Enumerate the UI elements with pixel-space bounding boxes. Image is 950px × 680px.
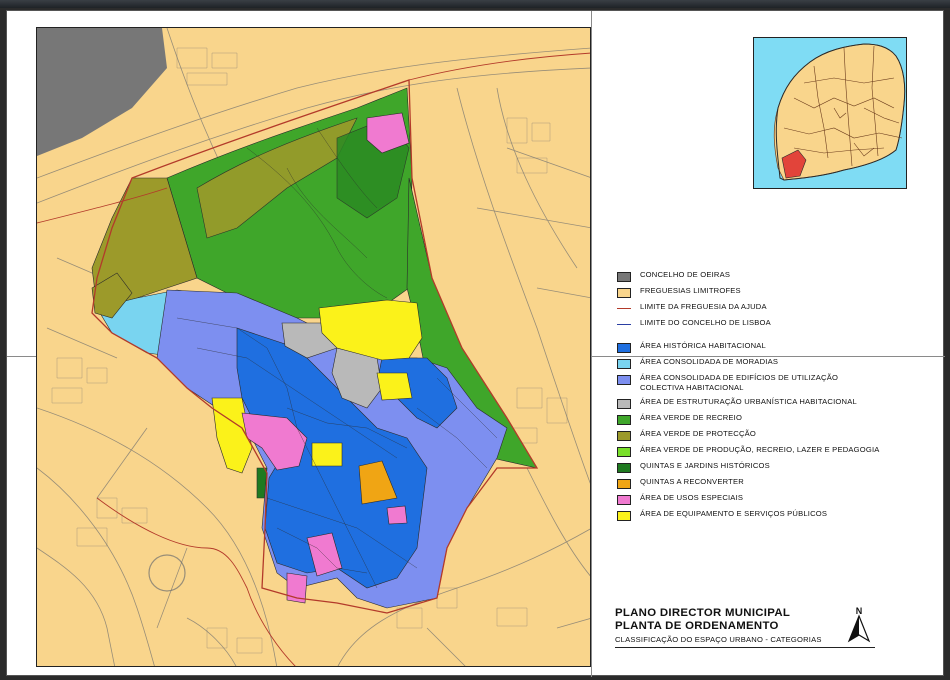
legend-item-ajuda-limit: LIMITE DA FREGUESIA DA AJUDA — [617, 302, 937, 318]
legend-swatch — [617, 288, 631, 298]
legend-item-moradias: ÁREA CONSOLIDADA DE MORADIAS — [617, 357, 937, 373]
legend-swatch — [617, 399, 631, 409]
legend-item-verde-proteccao: ÁREA VERDE DE PROTECÇÃO — [617, 429, 937, 445]
legend-label: ÁREA VERDE DE PROTECÇÃO — [640, 429, 756, 438]
legend-label: QUINTAS A RECONVERTER — [640, 477, 744, 486]
legend: CONCELHO DE OEIRAS FREGUESIAS LIMITROFES… — [617, 270, 937, 525]
legend-swatch — [617, 479, 631, 489]
legend-label: CONCELHO DE OEIRAS — [640, 270, 731, 279]
legend-swatch — [617, 511, 631, 521]
legend-item-oeiras: CONCELHO DE OEIRAS — [617, 270, 937, 286]
legend-swatch — [617, 343, 631, 353]
vertical-guide-line — [591, 11, 592, 677]
legend-label: FREGUESIAS LIMITROFES — [640, 286, 741, 295]
legend-label: ÁREA DE ESTRUTURAÇÃO URBANÍSTICA HABITAC… — [640, 397, 857, 406]
legend-item-historica: ÁREA HISTÓRICA HABITACIONAL — [617, 341, 937, 357]
legend-item-lisboa-limit: LIMITE DO CONCELHO DE LISBOA — [617, 318, 937, 334]
legend-swatch — [617, 447, 631, 457]
legend-item-equipamento: ÁREA DE EQUIPAMENTO E SERVIÇOS PÚBLICOS — [617, 509, 937, 525]
legend-label: ÁREA DE EQUIPAMENTO E SERVIÇOS PÚBLICOS — [640, 509, 828, 518]
legend-swatch — [617, 359, 631, 369]
legend-item-limitrofes: FREGUESIAS LIMITROFES — [617, 286, 937, 302]
legend-swatch — [617, 495, 631, 505]
legend-swatch — [617, 375, 631, 385]
legend-item-usos-especiais: ÁREA DE USOS ESPECIAIS — [617, 493, 937, 509]
legend-item-estruturacao: ÁREA DE ESTRUTURAÇÃO URBANÍSTICA HABITAC… — [617, 397, 937, 413]
legend-item-verde-producao: ÁREA VERDE DE PRODUÇÃO, RECREIO, LAZER E… — [617, 445, 937, 461]
legend-label: ÁREA DE USOS ESPECIAIS — [640, 493, 744, 502]
legend-label: ÁREA CONSOLIDADA DE EDIFÍCIOS DE UTILIZA… — [640, 373, 839, 392]
main-map[interactable] — [36, 27, 591, 667]
legend-swatch — [617, 463, 631, 473]
legend-item-quintas-reconverter: QUINTAS A RECONVERTER — [617, 477, 937, 493]
plan-title: PLANO DIRECTOR MUNICIPAL — [615, 607, 791, 619]
classification-caption: CLASSIFICAÇÃO DO ESPAÇO URBANO - CATEGOR… — [615, 635, 875, 648]
legend-label: ÁREA HISTÓRICA HABITACIONAL — [640, 341, 766, 350]
map-sheet: CONCELHO DE OEIRAS FREGUESIAS LIMITROFES… — [6, 10, 945, 677]
legend-label: LIMITE DO CONCELHO DE LISBOA — [640, 318, 771, 327]
inset-map — [753, 37, 907, 189]
legend-swatch — [617, 272, 631, 282]
legend-label: LIMITE DA FREGUESIA DA AJUDA — [640, 302, 767, 311]
legend-item-quintas-historicas: QUINTAS E JARDINS HISTÓRICOS — [617, 461, 937, 477]
legend-line-swatch — [617, 308, 631, 309]
legend-label: ÁREA VERDE DE RECREIO — [640, 413, 743, 422]
legend-line-swatch — [617, 324, 631, 325]
legend-label: ÁREA VERDE DE PRODUÇÃO, RECREIO, LAZER E… — [640, 445, 880, 454]
legend-swatch — [617, 415, 631, 425]
legend-item-verde-recreio: ÁREA VERDE DE RECREIO — [617, 413, 937, 429]
plan-subtitle: PLANTA DE ORDENAMENTO — [615, 620, 779, 632]
legend-swatch — [617, 431, 631, 441]
window-top-bar — [0, 0, 950, 8]
legend-item-colectiva: ÁREA CONSOLIDADA DE EDIFÍCIOS DE UTILIZA… — [617, 373, 937, 397]
legend-label: QUINTAS E JARDINS HISTÓRICOS — [640, 461, 770, 470]
legend-label: ÁREA CONSOLIDADA DE MORADIAS — [640, 357, 779, 366]
north-arrow: N — [845, 605, 873, 645]
title-block: PLANO DIRECTOR MUNICIPAL PLANTA DE ORDEN… — [615, 607, 875, 648]
